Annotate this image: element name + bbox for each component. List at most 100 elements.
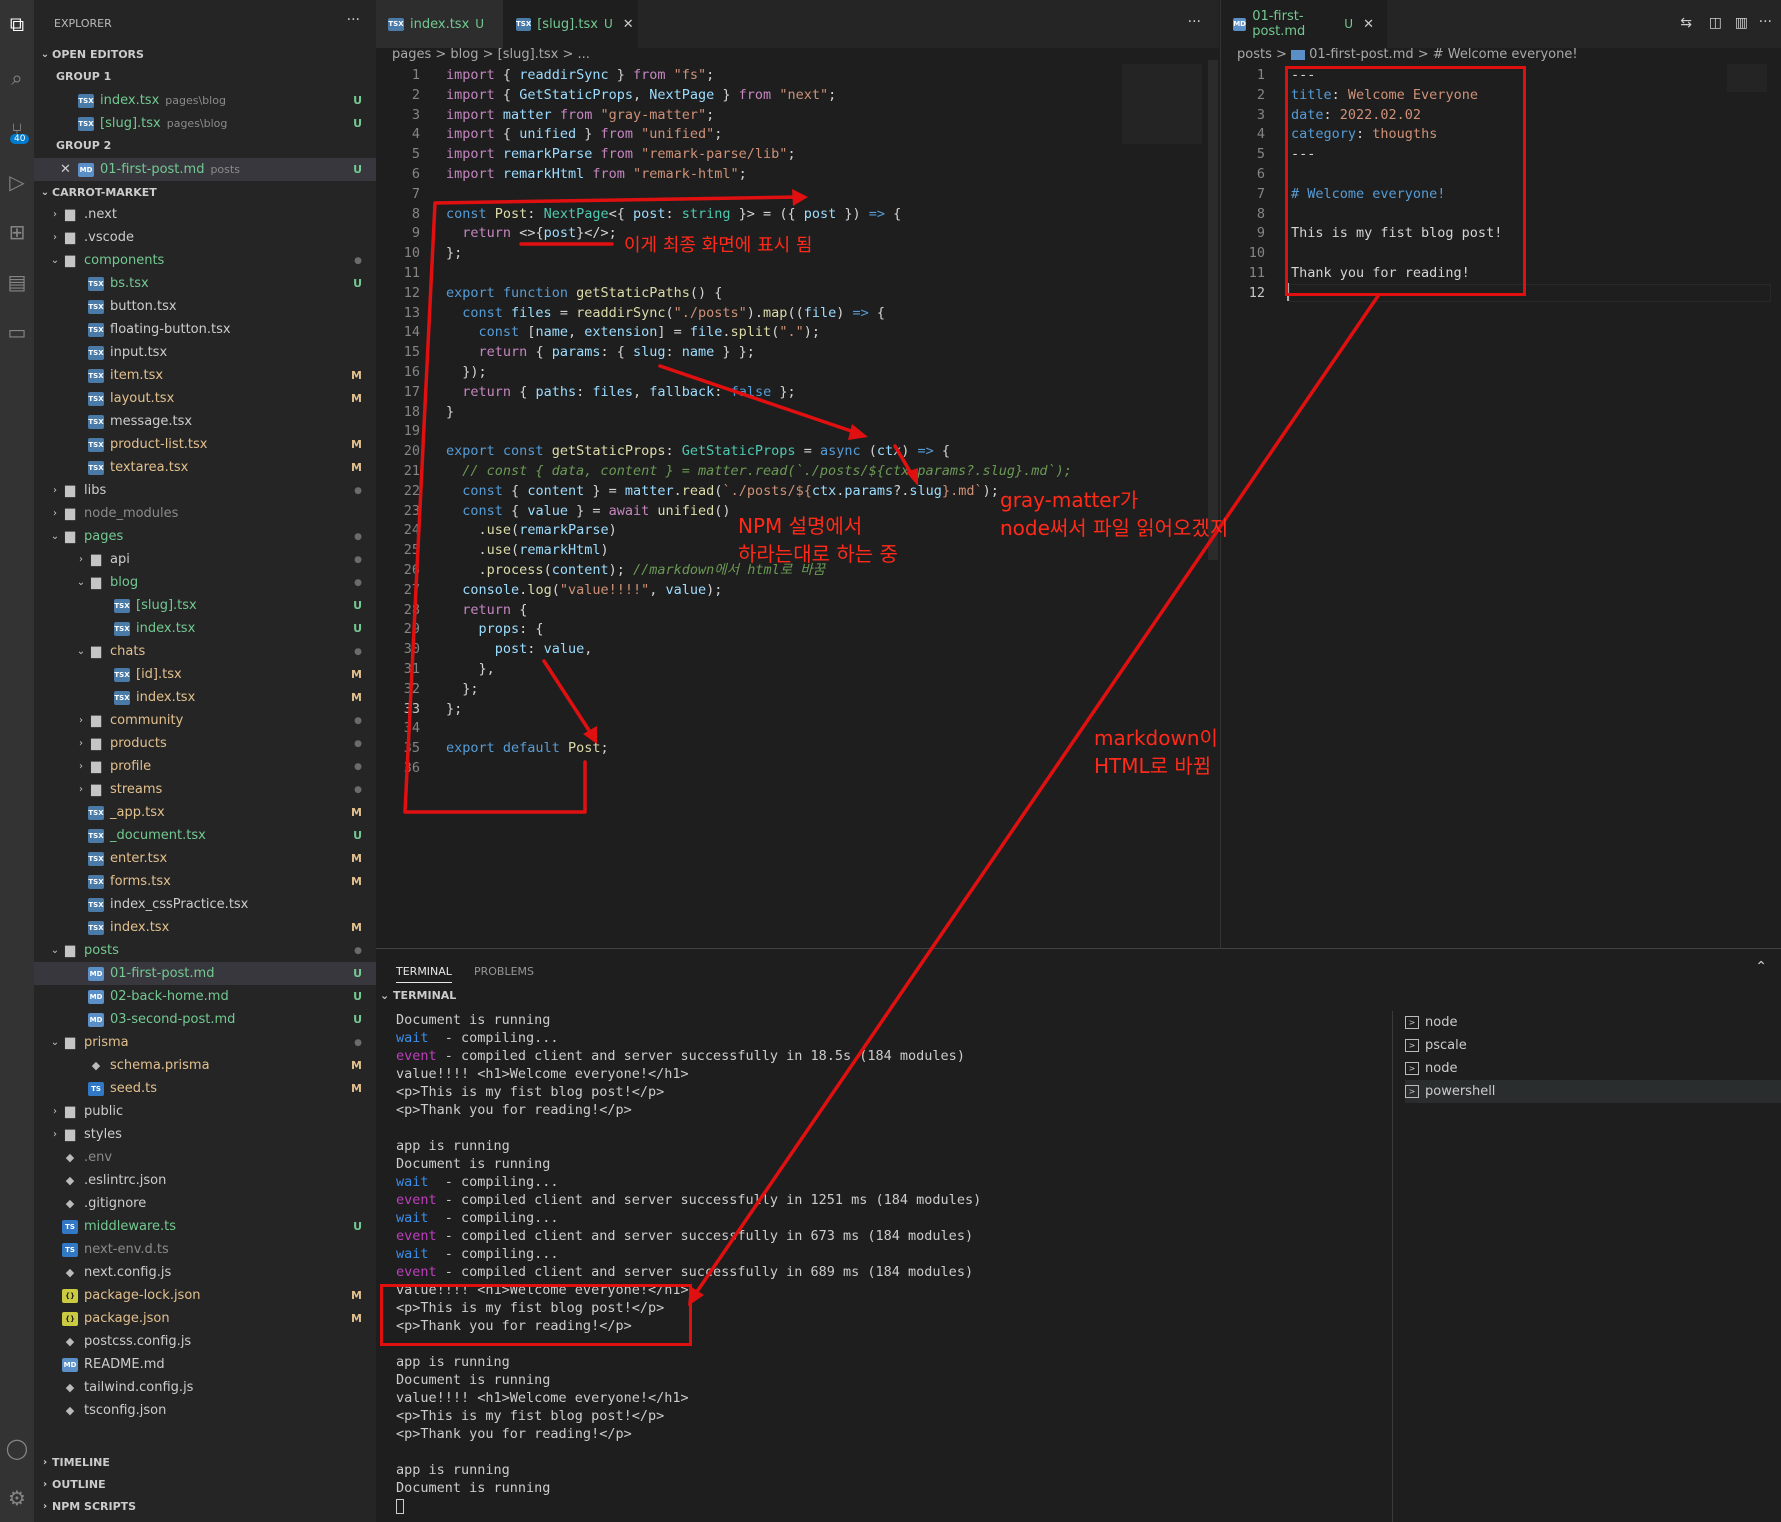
tree-file[interactable]: TSX index.tsx U xyxy=(34,617,376,640)
npm-scripts-header[interactable]: › NPM SCRIPTS xyxy=(34,1495,376,1517)
terminal-instance[interactable]: > node xyxy=(1405,1057,1457,1080)
code-content[interactable]: import { readdirSync } from "fs"; import… xyxy=(446,66,1072,759)
tree-folder[interactable]: › ▆ styles xyxy=(34,1123,376,1146)
tree-file[interactable]: TSX [slug].tsx U xyxy=(34,594,376,617)
open-editors-header[interactable]: ⌄ OPEN EDITORS xyxy=(34,43,376,65)
tree-folder[interactable]: › ▆ public xyxy=(34,1100,376,1123)
tree-folder[interactable]: › ▆ community ● xyxy=(34,709,376,732)
tree-folder[interactable]: › ▆ .vscode xyxy=(34,226,376,249)
editor-more-actions[interactable]: ··· xyxy=(1188,14,1201,30)
tree-file[interactable]: TS next-env.d.ts xyxy=(34,1238,376,1261)
tree-file[interactable]: TS middleware.ts U xyxy=(34,1215,376,1238)
terminal-instance[interactable]: > powershell xyxy=(1405,1080,1781,1103)
tree-file[interactable]: TSX index.tsx M xyxy=(34,686,376,709)
tab-terminal[interactable]: TERMINAL xyxy=(396,965,452,983)
tree-file[interactable]: TSX [id].tsx M xyxy=(34,663,376,686)
tree-file[interactable]: TSX bs.tsx U xyxy=(34,272,376,295)
tree-file[interactable]: TSX index.tsx M xyxy=(34,916,376,939)
tree-file[interactable]: ◆ next.config.js xyxy=(34,1261,376,1284)
tree-folder[interactable]: › ▆ .next xyxy=(34,203,376,226)
tree-file[interactable]: TSX message.tsx xyxy=(34,410,376,433)
tree-file[interactable]: ◆ .gitignore xyxy=(34,1192,376,1215)
minimap[interactable] xyxy=(1727,64,1767,92)
search-icon[interactable]: ⌕ xyxy=(0,60,34,96)
run-debug-icon[interactable]: ▷ xyxy=(0,164,34,200)
extensions-icon[interactable]: ⊞ xyxy=(0,214,34,250)
tree-file[interactable]: MD 03-second-post.md U xyxy=(34,1008,376,1031)
tree-file[interactable]: TSX item.tsx M xyxy=(34,364,376,387)
tree-file[interactable]: {} package.json M xyxy=(34,1307,376,1330)
tree-file[interactable]: TSX enter.tsx M xyxy=(34,847,376,870)
tree-file[interactable]: TS seed.ts M xyxy=(34,1077,376,1100)
terminal-section-header[interactable]: ⌄ TERMINAL xyxy=(380,989,456,1002)
tree-file[interactable]: {} package-lock.json M xyxy=(34,1284,376,1307)
terminal-output[interactable]: Document is running wait - compiling... … xyxy=(396,1011,981,1515)
tree-folder[interactable]: › ▆ streams ● xyxy=(34,778,376,801)
open-preview-icon[interactable]: ◫ xyxy=(1709,15,1722,31)
project-header[interactable]: ⌄ CARROT-MARKET xyxy=(34,181,376,203)
remote-explorer-icon[interactable]: ▭ xyxy=(0,314,34,350)
tree-file[interactable]: TSX product-list.tsx M xyxy=(34,433,376,456)
tree-folder[interactable]: ⌄ ▆ prisma ● xyxy=(34,1031,376,1054)
split-editor-icon[interactable]: ▥ xyxy=(1735,15,1748,31)
tree-file[interactable]: ◆ .env xyxy=(34,1146,376,1169)
close-tab-icon[interactable]: ✕ xyxy=(623,17,634,32)
open-editor-item[interactable]: TSX [slug].tsx pages\blog U xyxy=(34,112,376,135)
tree-folder[interactable]: › ▆ node_modules xyxy=(34,502,376,525)
terminal-instance[interactable]: > pscale xyxy=(1405,1034,1467,1057)
tree-file[interactable]: ◆ tsconfig.json xyxy=(34,1399,376,1422)
git-status-badge: ● xyxy=(354,738,362,749)
tab-index-tsx[interactable]: TSX index.tsx U xyxy=(376,0,504,48)
git-status-badge: M xyxy=(351,852,362,865)
tree-file[interactable]: ◆ postcss.config.js xyxy=(34,1330,376,1353)
more-actions-icon[interactable]: ··· xyxy=(1759,14,1772,30)
tree-file[interactable]: TSX button.tsx xyxy=(34,295,376,318)
close-icon[interactable]: ✕ xyxy=(60,162,78,177)
tree-folder[interactable]: ⌄ ▆ components ● xyxy=(34,249,376,272)
tree-file[interactable]: TSX layout.tsx M xyxy=(34,387,376,410)
tree-folder[interactable]: ⌄ ▆ blog ● xyxy=(34,571,376,594)
tree-folder[interactable]: › ▆ libs ● xyxy=(34,479,376,502)
editor-scrollbar[interactable] xyxy=(1208,60,1218,560)
breadcrumb[interactable]: pages > blog > [slug].tsx > ... xyxy=(392,47,590,62)
breadcrumb[interactable]: posts > 01-first-post.md > # Welcome eve… xyxy=(1237,47,1578,62)
tree-file[interactable]: MD 01-first-post.md U xyxy=(34,962,376,985)
open-editor-item[interactable]: ✕ MD 01-first-post.md posts U xyxy=(34,158,376,181)
tree-folder[interactable]: › ▆ api ● xyxy=(34,548,376,571)
tree-file[interactable]: MD 02-back-home.md U xyxy=(34,985,376,1008)
close-tab-icon[interactable]: ✕ xyxy=(1363,17,1374,32)
minimap[interactable] xyxy=(1122,64,1202,144)
tree-folder[interactable]: ⌄ ▆ chats ● xyxy=(34,640,376,663)
tree-file[interactable]: TSX _app.tsx M xyxy=(34,801,376,824)
tab-first-post-md[interactable]: MD 01-first-post.md U ✕ xyxy=(1221,0,1387,48)
tree-folder[interactable]: › ▆ products ● xyxy=(34,732,376,755)
outline-header[interactable]: › OUTLINE xyxy=(34,1473,376,1495)
compare-changes-icon[interactable]: ⇆ xyxy=(1680,15,1692,31)
tree-file[interactable]: ◆ .eslintrc.json xyxy=(34,1169,376,1192)
tree-file[interactable]: MD README.md xyxy=(34,1353,376,1376)
tree-folder[interactable]: ⌄ ▆ pages ● xyxy=(34,525,376,548)
tree-file[interactable]: TSX _document.tsx U xyxy=(34,824,376,847)
tab-slug-tsx[interactable]: TSX [slug].tsx U ✕ xyxy=(504,0,638,48)
more-actions-icon[interactable]: ··· xyxy=(347,12,360,28)
explorer-icon[interactable]: ⧉ xyxy=(0,6,34,42)
open-editor-item[interactable]: TSX index.tsx pages\blog U xyxy=(34,89,376,112)
tree-folder[interactable]: ⌄ ▆ posts ● xyxy=(34,939,376,962)
tree-file[interactable]: TSX textarea.tsx M xyxy=(34,456,376,479)
tree-file[interactable]: TSX input.tsx xyxy=(34,341,376,364)
git-status-badge: U xyxy=(353,622,362,635)
tree-folder[interactable]: › ▆ profile ● xyxy=(34,755,376,778)
timeline-header[interactable]: › TIMELINE xyxy=(34,1451,376,1473)
tree-file[interactable]: ◆ schema.prisma M xyxy=(34,1054,376,1077)
testing-icon[interactable]: ▤ xyxy=(0,264,34,300)
tree-file[interactable]: TSX floating-button.tsx xyxy=(34,318,376,341)
settings-gear-icon[interactable]: ⚙ xyxy=(0,1480,34,1516)
git-status-badge: M xyxy=(351,668,362,681)
tab-problems[interactable]: PROBLEMS xyxy=(474,965,534,978)
account-icon[interactable]: ◯ xyxy=(0,1430,34,1466)
tree-file[interactable]: TSX index_cssPractice.tsx xyxy=(34,893,376,916)
tree-file[interactable]: ◆ tailwind.config.js xyxy=(34,1376,376,1399)
chevron-up-icon[interactable]: ⌃ xyxy=(1755,959,1767,975)
terminal-instance[interactable]: > node xyxy=(1405,1011,1457,1034)
tree-file[interactable]: TSX forms.tsx M xyxy=(34,870,376,893)
